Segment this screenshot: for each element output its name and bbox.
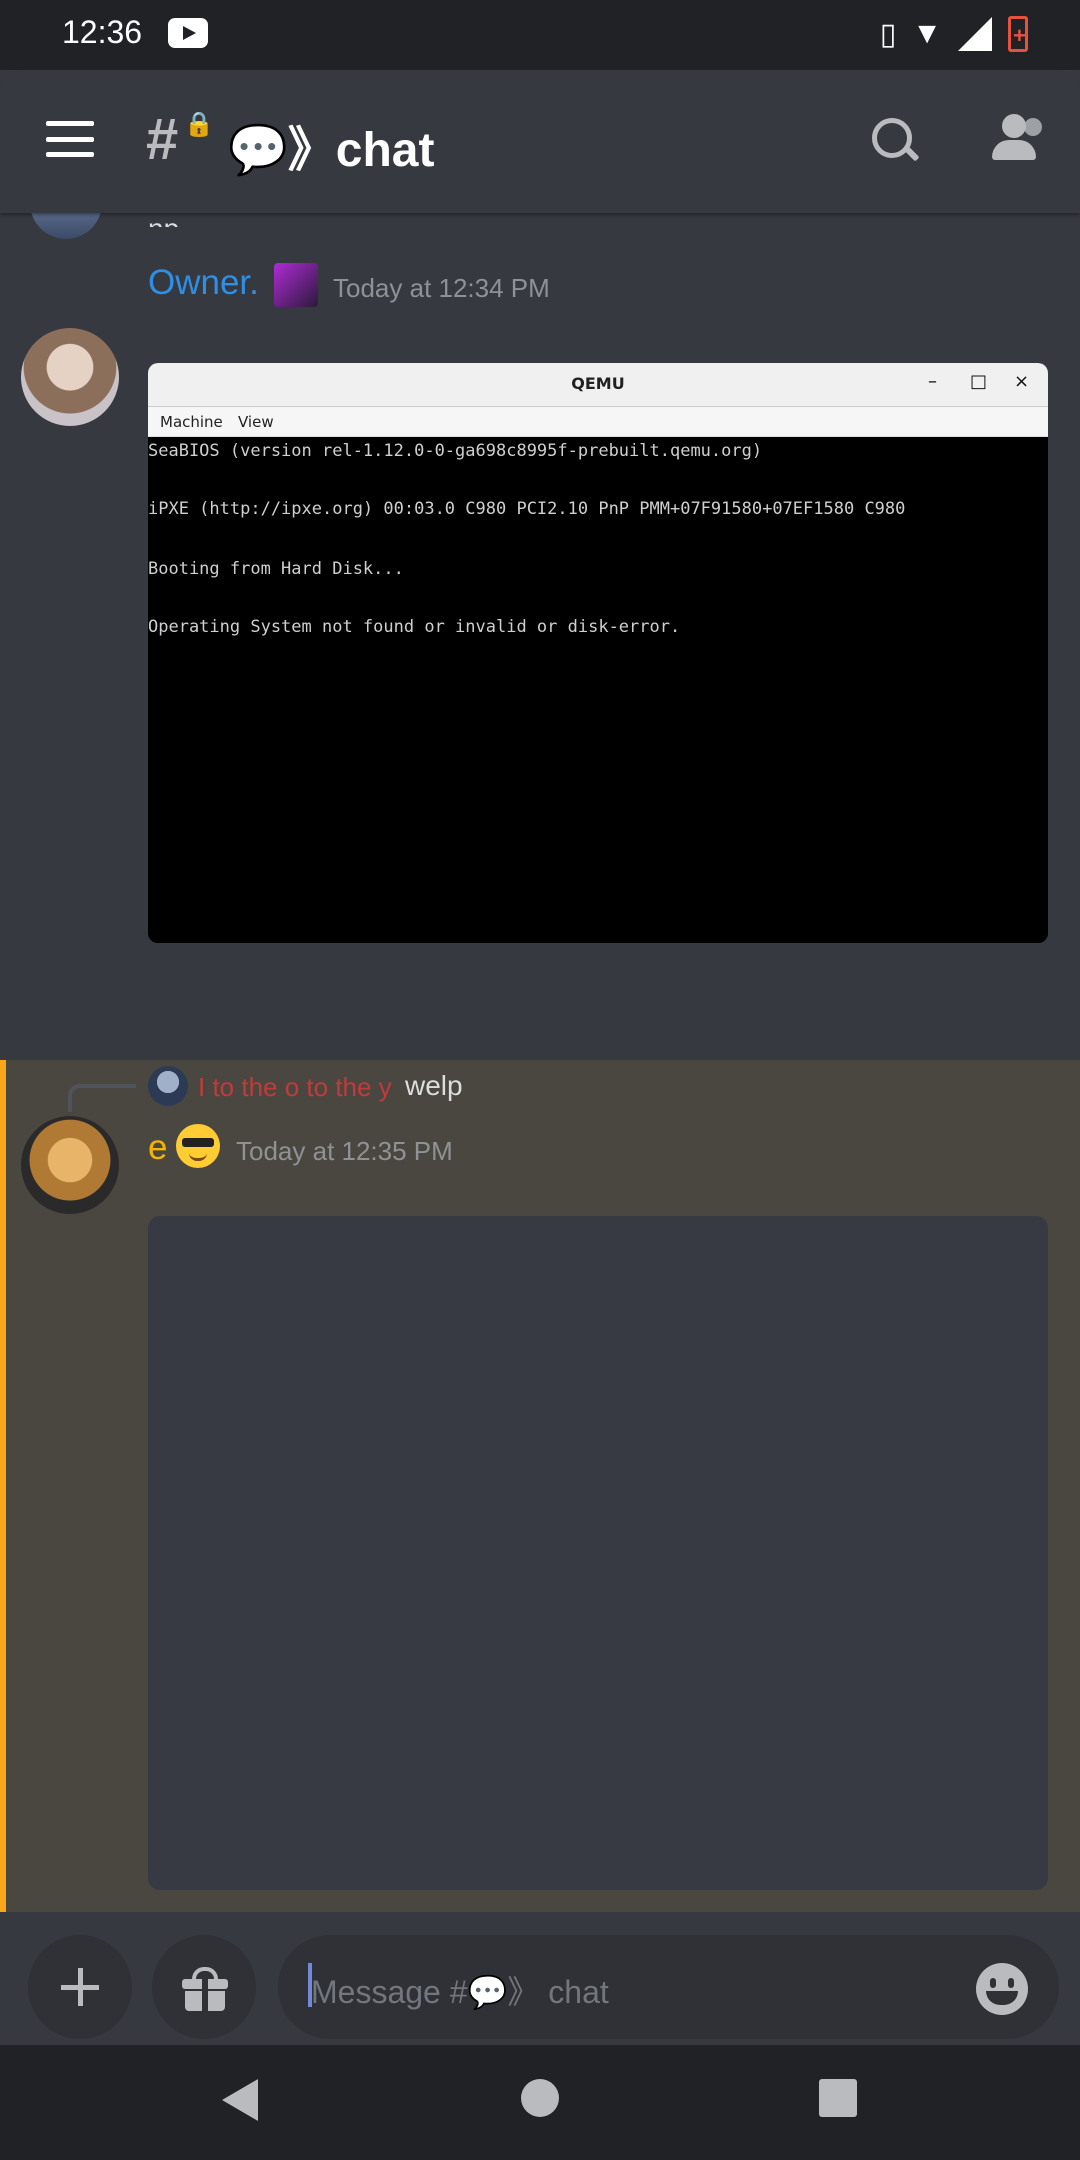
- status-bar: 12:36 ▯ ▼: [0, 0, 1080, 70]
- reply-avatar[interactable]: [148, 1066, 188, 1106]
- cell-signal-icon: [958, 17, 992, 51]
- emoji-picker-icon[interactable]: [976, 1963, 1028, 2015]
- channel-hash: #: [146, 107, 179, 172]
- channel-title[interactable]: 💬》chat: [228, 110, 434, 180]
- home-icon[interactable]: [521, 2079, 559, 2117]
- owner-timestamp: Today at 12:34 PM: [333, 273, 550, 303]
- image-attachment-placeholder[interactable]: [148, 1216, 1048, 1890]
- recent-apps-icon[interactable]: [819, 2079, 857, 2117]
- console-line: SeaBIOS (version rel-1.12.0-0-ga698c8995…: [148, 441, 763, 461]
- qemu-window-title: QEMU: [571, 374, 625, 393]
- e-username[interactable]: e: [148, 1128, 167, 1168]
- e-timestamp: Today at 12:35 PM: [236, 1136, 453, 1166]
- qemu-console: SeaBIOS (version rel-1.12.0-0-ga698c8995…: [148, 437, 1048, 943]
- discord-app: # 🔒 💬》chat np Owner. Today at 12:34 PM Q…: [0, 70, 1080, 2045]
- vibrate-icon: ▯: [879, 17, 897, 51]
- menu-icon[interactable]: [46, 121, 94, 157]
- status-icons: ▯ ▼: [880, 14, 1028, 54]
- close-icon: ×: [1014, 371, 1030, 392]
- qemu-screenshot-attachment[interactable]: QEMU – □ × Machine View SeaBIOS (version…: [148, 363, 1048, 943]
- back-icon[interactable]: [222, 2079, 258, 2121]
- locked-channel-icon: # 🔒: [146, 106, 214, 173]
- add-attachment-button[interactable]: [28, 1935, 132, 2039]
- search-icon[interactable]: [870, 116, 920, 166]
- e-avatar[interactable]: [21, 1116, 119, 1214]
- reply-connector: [68, 1084, 136, 1112]
- qemu-titlebar: QEMU – □ ×: [148, 363, 1048, 407]
- qemu-menubar: Machine View: [148, 407, 1048, 437]
- sunglasses-emoji-icon: [176, 1124, 220, 1168]
- battery-charging-icon: [1008, 16, 1028, 52]
- gift-icon: [182, 1967, 228, 2011]
- owner-username[interactable]: Owner.: [148, 263, 259, 303]
- maximize-icon: □: [970, 371, 988, 392]
- youtube-notification-icon: [168, 18, 208, 48]
- lock-icon: 🔒: [184, 111, 214, 138]
- message-composer: Message #💬》 chat: [0, 1913, 1080, 2045]
- wifi-icon: ▼: [912, 17, 942, 50]
- qemu-menu-machine: Machine: [160, 413, 223, 431]
- qemu-menu-view: View: [238, 413, 274, 431]
- message-text: np: [148, 213, 179, 227]
- minimize-icon: –: [928, 371, 937, 392]
- status-time: 12:36: [62, 14, 143, 50]
- message-input-placeholder: Message #💬》 chat: [311, 1974, 609, 2010]
- console-line: Booting from Hard Disk...: [148, 559, 404, 579]
- owner-role-badge-icon: [274, 263, 318, 307]
- owner-avatar[interactable]: [21, 328, 119, 426]
- channel-header: # 🔒 💬》chat: [0, 70, 1080, 213]
- android-nav-bar: [0, 2045, 1080, 2160]
- highlighted-message[interactable]: I to the o to the y welp e Today at 12:3…: [0, 1060, 1080, 1912]
- reply-preview-text[interactable]: welp: [405, 1070, 463, 1102]
- console-line: Operating System not found or invalid or…: [148, 617, 681, 637]
- members-icon[interactable]: [986, 114, 1046, 164]
- message-list[interactable]: np Owner. Today at 12:34 PM QEMU – □ × M…: [0, 193, 1080, 1913]
- console-line: iPXE (http://ipxe.org) 00:03.0 C980 PCI2…: [148, 499, 906, 519]
- mention-highlight-bar: [0, 1060, 6, 1912]
- gift-button[interactable]: [152, 1935, 256, 2039]
- reply-username[interactable]: I to the o to the y: [198, 1072, 392, 1103]
